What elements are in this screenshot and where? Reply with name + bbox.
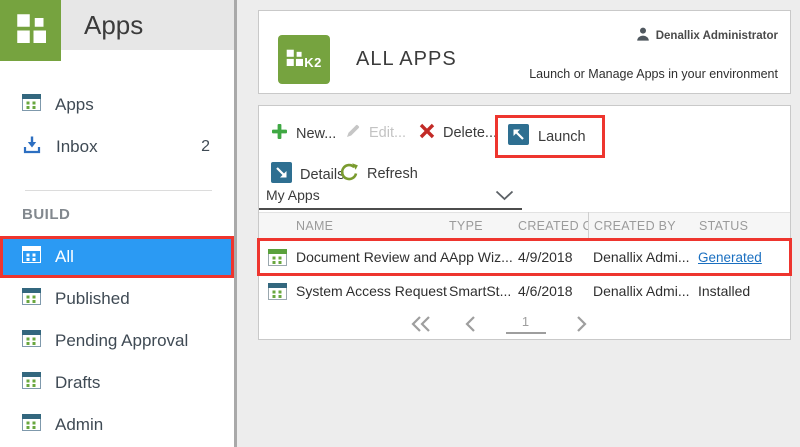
- next-page-button[interactable]: [574, 315, 590, 333]
- arrow-up-left-icon: [508, 124, 529, 149]
- sidebar-item-label: Drafts: [55, 373, 220, 393]
- sidebar: Apps Apps: [0, 0, 234, 447]
- sidebar-item-drafts[interactable]: Drafts: [0, 362, 234, 404]
- sidebar-title: Apps: [61, 10, 143, 41]
- person-icon: [636, 27, 650, 44]
- cell-created-on: 4/6/2018: [518, 283, 588, 299]
- page-header-card: K2 ALL APPS Denallix Administrator Launc…: [258, 10, 791, 94]
- delete-button-label: Delete...: [443, 125, 497, 141]
- sidebar-item-apps[interactable]: Apps: [0, 84, 234, 126]
- new-button-label: New...: [296, 126, 336, 142]
- grid-squares-icon: [286, 49, 303, 71]
- chevron-down-icon: [495, 190, 522, 201]
- launch-button-label: Launch: [538, 129, 586, 145]
- page-title: ALL APPS: [356, 48, 457, 71]
- k2-logo: K2: [278, 35, 330, 84]
- apps-filter-value: My Apps: [259, 187, 495, 203]
- cell-created-by: Denallix Admi...: [593, 283, 698, 299]
- sidebar-item-all[interactable]: All: [0, 236, 234, 278]
- first-page-button[interactable]: [410, 315, 434, 333]
- pencil-icon: [345, 123, 361, 143]
- app-window-icon: [22, 94, 41, 116]
- app-window-icon: [22, 246, 41, 268]
- app-window-icon: [22, 330, 41, 352]
- page-subtitle: Launch or Manage Apps in your environmen…: [529, 67, 778, 81]
- cell-name: Document Review and A...: [296, 249, 449, 265]
- user-info[interactable]: Denallix Administrator: [636, 27, 778, 44]
- table-header-row: NAME TYPE CREATED ON CREATED BY STATUS: [259, 212, 790, 240]
- cell-created-on: 4/9/2018: [518, 249, 588, 265]
- inbox-download-icon: [22, 135, 42, 159]
- cell-name: System Access Request: [296, 283, 449, 299]
- sidebar-item-published[interactable]: Published: [0, 278, 234, 320]
- app-window-icon: [22, 372, 41, 394]
- sidebar-title-bar: Apps: [61, 0, 234, 50]
- apps-panel-card: New... Edit... Delete... Launch: [258, 105, 791, 340]
- edit-button[interactable]: Edit...: [345, 123, 406, 143]
- cell-type: SmartSt...: [449, 283, 518, 299]
- table-header-status[interactable]: STATUS: [699, 219, 790, 233]
- inbox-count-badge: 2: [201, 138, 220, 156]
- app-window-icon: [22, 414, 41, 436]
- current-page-number[interactable]: 1: [506, 314, 546, 334]
- grid-squares-icon: [16, 13, 46, 48]
- edit-button-label: Edit...: [369, 125, 406, 141]
- status-link-generated[interactable]: Generated: [698, 250, 790, 265]
- pagination: 1: [259, 308, 790, 340]
- x-icon: [419, 123, 435, 143]
- refresh-button-label: Refresh: [367, 166, 418, 182]
- cell-created-by: Denallix Admi...: [593, 249, 698, 265]
- table-row-document-review[interactable]: Document Review and A... App Wiz... 4/9/…: [259, 240, 790, 274]
- sidebar-divider: [25, 190, 212, 191]
- previous-page-button[interactable]: [462, 315, 478, 333]
- sidebar-item-label: Inbox: [56, 137, 187, 157]
- k2-logo-text: K2: [304, 55, 322, 70]
- sidebar-item-label: Published: [55, 289, 220, 309]
- sidebar-item-admin[interactable]: Admin: [0, 404, 234, 446]
- sidebar-scrollbar[interactable]: [234, 0, 237, 447]
- sidebar-nav: Apps Inbox 2 BUILD: [0, 61, 234, 446]
- table-header-created-on[interactable]: CREATED ON: [518, 212, 589, 240]
- sidebar-item-inbox[interactable]: Inbox 2: [0, 126, 234, 168]
- launch-button[interactable]: Launch: [495, 115, 605, 158]
- delete-button[interactable]: Delete...: [419, 123, 497, 143]
- table-header-created-by[interactable]: CREATED BY: [594, 219, 699, 233]
- details-button-label: Details: [300, 167, 344, 183]
- user-name: Denallix Administrator: [656, 30, 778, 42]
- cell-type: App Wiz...: [449, 249, 518, 265]
- app-window-icon: [259, 249, 296, 266]
- table-row-system-access[interactable]: System Access Request SmartSt... 4/6/201…: [259, 274, 790, 308]
- sidebar-item-label: Apps: [55, 95, 220, 115]
- table-header-name[interactable]: NAME: [296, 219, 449, 233]
- table-header-type[interactable]: TYPE: [449, 219, 518, 233]
- cell-status: Installed: [698, 283, 790, 299]
- sidebar-item-label: Pending Approval: [55, 331, 220, 351]
- sidebar-item-label: Admin: [55, 415, 220, 435]
- app-window-icon: [22, 288, 41, 310]
- sidebar-section-build: BUILD: [0, 203, 234, 227]
- new-button[interactable]: New...: [271, 123, 336, 144]
- sidebar-item-pending-approval[interactable]: Pending Approval: [0, 320, 234, 362]
- table-body: Document Review and A... App Wiz... 4/9/…: [259, 240, 790, 308]
- app-window-icon: [259, 283, 296, 300]
- sidebar-item-label: All: [55, 247, 217, 267]
- apps-filter-dropdown[interactable]: My Apps: [259, 182, 522, 210]
- plus-icon: [271, 123, 288, 144]
- app-logo-tile[interactable]: [0, 0, 61, 61]
